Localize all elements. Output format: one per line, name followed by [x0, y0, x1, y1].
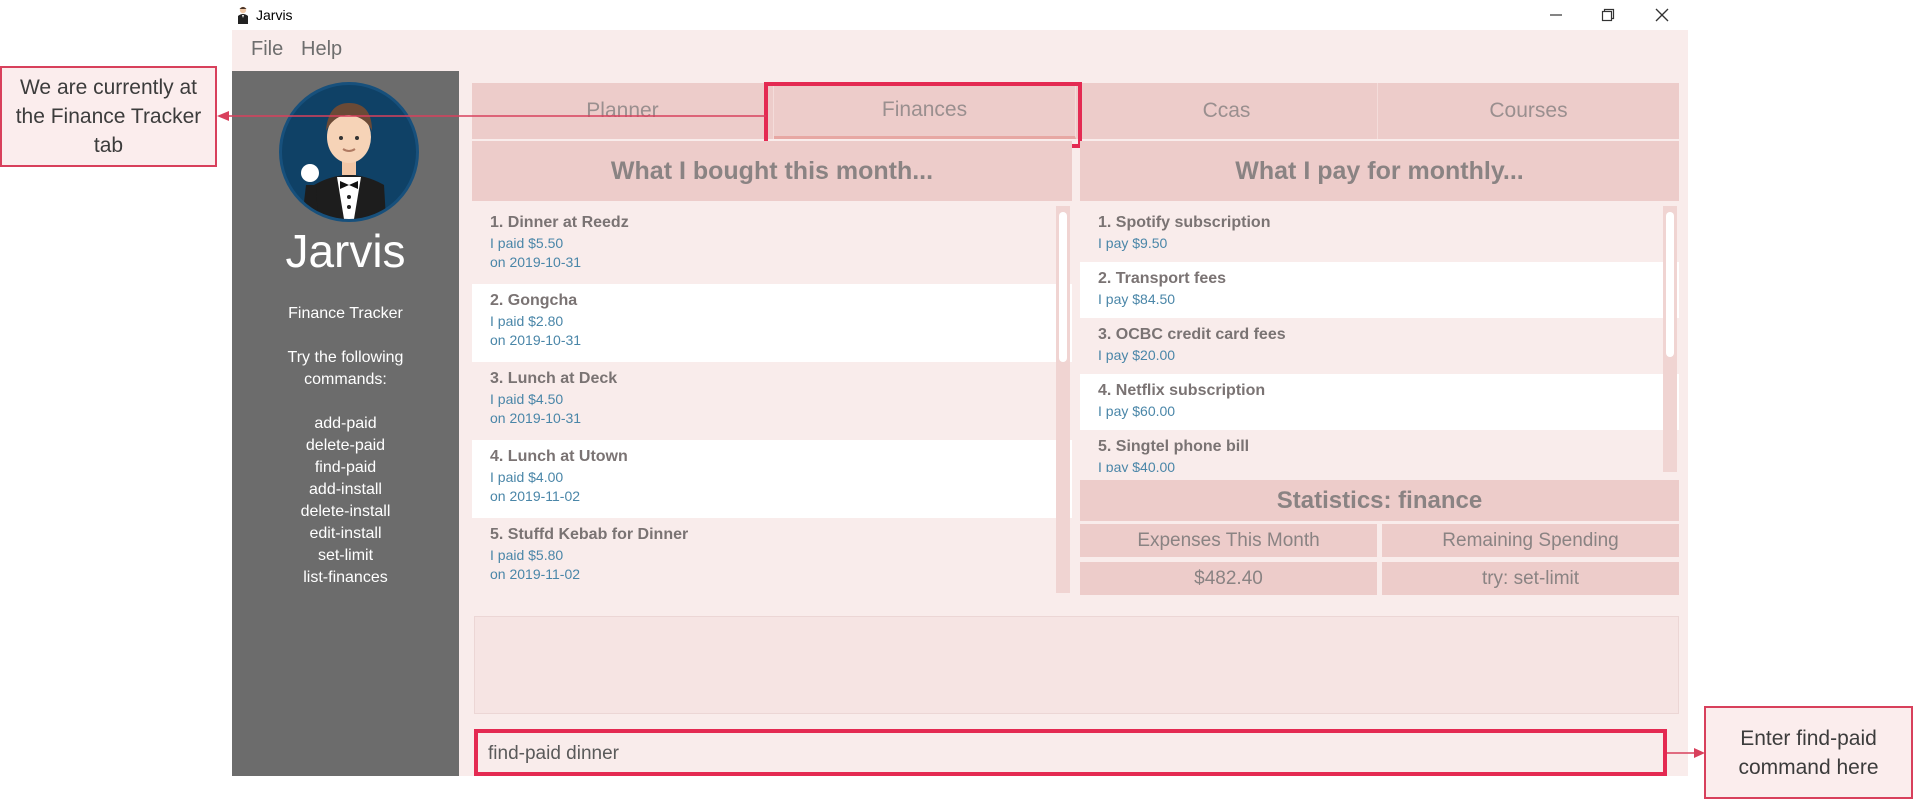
item-title: 1. Dinner at Reedz [490, 214, 629, 231]
item-date: on 2019-10-31 [490, 332, 582, 348]
command-hint: delete-paid [305, 437, 386, 454]
item-amount: I paid $5.80 [490, 547, 564, 563]
tab-ccas[interactable]: Ccas [1076, 83, 1378, 139]
restore-button[interactable] [1588, 3, 1628, 27]
close-icon [1655, 8, 1669, 22]
hint-text-line2: commands: [304, 371, 387, 388]
expenses-value: $482.40 [1080, 562, 1377, 595]
item-date: on 2019-10-31 [490, 254, 582, 270]
item-amount: I paid $2.80 [490, 313, 564, 329]
item-title: 4. Netflix subscription [1098, 382, 1266, 399]
command-list: add-paid delete-paid find-paid add-insta… [232, 413, 459, 589]
item-date: on 2019-11-02 [490, 566, 581, 582]
tab-courses[interactable]: Courses [1378, 83, 1679, 139]
window-title: Jarvis [256, 7, 293, 23]
item-amount: I pay $40.00 [1098, 459, 1176, 472]
item-amount: I pay $20.00 [1098, 347, 1176, 363]
list-item[interactable]: 3. Lunch at Deck I paid $4.50 on 2019-10… [472, 362, 1072, 440]
list-item[interactable]: 2. Transport fees I pay $84.50 [1080, 262, 1679, 318]
command-hint: delete-install [300, 503, 391, 520]
item-amount: I pay $9.50 [1098, 235, 1168, 251]
command-hint: edit-install [309, 525, 382, 542]
command-box[interactable] [474, 729, 1667, 776]
jarvis-app-icon [238, 6, 248, 24]
scrollbar-thumb[interactable] [1666, 212, 1674, 357]
list-item[interactable]: 5. Stuffd Kebab for Dinner I paid $5.80 … [472, 518, 1072, 593]
item-amount: I paid $4.50 [490, 391, 564, 407]
remaining-value: try: set-limit [1382, 562, 1679, 595]
menu-file[interactable]: File [251, 38, 283, 61]
list-item[interactable]: 1. Spotify subscription I pay $9.50 [1080, 206, 1679, 262]
installments-header: What I pay for monthly... [1080, 141, 1679, 201]
finances-tab-highlight [764, 82, 1082, 148]
installments-list: 1. Spotify subscription I pay $9.50 2. T… [1080, 206, 1679, 472]
command-hint: set-limit [317, 547, 374, 564]
scrollbar-thumb[interactable] [1059, 212, 1067, 362]
result-display [474, 616, 1679, 714]
item-title: 2. Gongcha [490, 292, 578, 309]
list-item[interactable]: 2. Gongcha I paid $2.80 on 2019-10-31 [472, 284, 1072, 362]
item-title: 5. Singtel phone bill [1098, 438, 1250, 455]
hint-text-line1: Try the following [287, 349, 404, 366]
command-hint: find-paid [314, 459, 377, 476]
remaining-label: Remaining Spending [1382, 524, 1679, 557]
item-date: on 2019-11-02 [490, 488, 581, 504]
command-annotation-text: Enter find-paid command here [1738, 726, 1879, 779]
expenses-label: Expenses This Month [1080, 524, 1377, 557]
item-amount: I pay $84.50 [1098, 291, 1176, 307]
item-title: 3. OCBC credit card fees [1098, 326, 1286, 343]
item-amount: I paid $5.50 [490, 235, 564, 251]
list-item[interactable]: 1. Dinner at Reedz I paid $5.50 on 2019-… [472, 206, 1072, 284]
command-hint: list-finances [303, 569, 388, 586]
purchases-header: What I bought this month... [472, 141, 1072, 201]
butler-illustration [301, 103, 386, 219]
minimize-icon [1550, 14, 1562, 16]
list-item[interactable]: 4. Lunch at Utown I paid $4.00 on 2019-1… [472, 440, 1072, 518]
item-title: 1. Spotify subscription [1098, 214, 1271, 231]
item-title: 5. Stuffd Kebab for Dinner [490, 526, 689, 543]
close-button[interactable] [1642, 3, 1682, 27]
item-title: 2. Transport fees [1098, 270, 1227, 287]
command-hint: add-install [309, 481, 382, 498]
menu-help[interactable]: Help [301, 38, 342, 61]
purchases-list: 1. Dinner at Reedz I paid $5.50 on 2019-… [472, 206, 1072, 593]
brand-title: Jarvis [285, 225, 406, 277]
butler-avatar [279, 82, 419, 222]
command-annotation: Enter find-paid command here [1704, 706, 1913, 799]
tab-annotation-text: We are currently at the Finance Tracker … [15, 76, 202, 157]
current-mode-label: Finance Tracker [288, 305, 403, 322]
item-title: 4. Lunch at Utown [490, 448, 628, 465]
restore-icon [1601, 8, 1615, 22]
list-item[interactable]: 4. Netflix subscription I pay $60.00 [1080, 374, 1679, 430]
command-annotation-arrow [1667, 748, 1705, 758]
command-hint: add-paid [314, 415, 377, 432]
item-date: on 2019-10-31 [490, 410, 582, 426]
list-item[interactable]: 3. OCBC credit card fees I pay $20.00 [1080, 318, 1679, 374]
statistics-header: Statistics: finance [1080, 480, 1679, 521]
item-amount: I pay $60.00 [1098, 403, 1176, 419]
list-item[interactable]: 5. Singtel phone bill I pay $40.00 [1080, 430, 1679, 472]
title-bar [232, 0, 1688, 30]
menu-bar [232, 30, 1688, 70]
command-input[interactable] [486, 739, 1650, 769]
purchases-scrollbar[interactable] [1056, 206, 1070, 593]
installments-scrollbar[interactable] [1663, 206, 1677, 472]
tab-annotation-arrow [217, 111, 766, 121]
tab-annotation: We are currently at the Finance Tracker … [0, 66, 217, 167]
item-amount: I paid $4.00 [490, 469, 564, 485]
minimize-button[interactable] [1536, 3, 1576, 27]
item-title: 3. Lunch at Deck [490, 370, 618, 387]
